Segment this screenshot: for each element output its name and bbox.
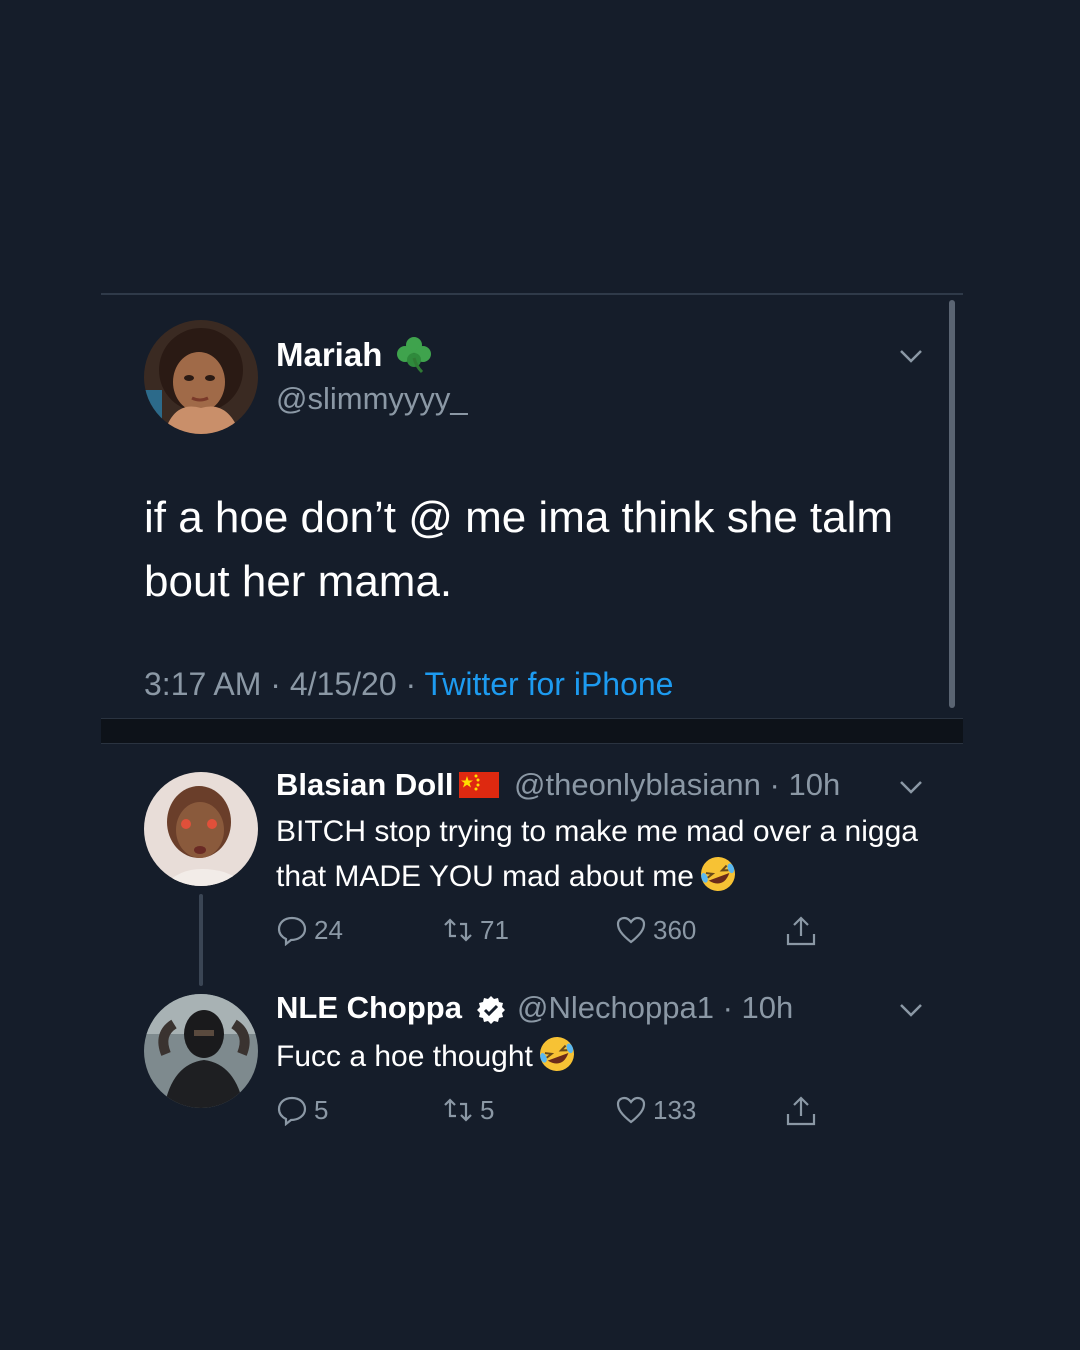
like-count: 133 bbox=[653, 1094, 697, 1125]
like-button[interactable]: 133 bbox=[615, 1094, 696, 1126]
like-icon bbox=[616, 1096, 646, 1124]
top-divider bbox=[101, 293, 963, 295]
tweet-time: 3:17 AM bbox=[144, 666, 262, 702]
meta-dot: · bbox=[270, 666, 281, 702]
tweet-date: 4/15/20 bbox=[289, 666, 397, 702]
reply-age: · 10h bbox=[769, 767, 841, 802]
section-separator bbox=[101, 718, 963, 744]
share-button[interactable] bbox=[784, 1094, 824, 1128]
reply-button[interactable]: 5 bbox=[276, 1094, 328, 1126]
like-icon bbox=[616, 916, 646, 944]
laughing-emoji bbox=[539, 1037, 574, 1071]
reply-author-name[interactable]: Blasian Doll bbox=[276, 767, 453, 803]
reply-icon bbox=[277, 916, 307, 946]
share-button[interactable] bbox=[784, 914, 824, 948]
share-icon bbox=[786, 1096, 816, 1126]
laughing-emoji bbox=[700, 857, 735, 891]
reply-text: BITCH stop trying to make me mad over a … bbox=[276, 810, 936, 899]
like-button[interactable]: 360 bbox=[615, 914, 696, 946]
retweet-button[interactable]: 71 bbox=[442, 914, 509, 946]
verified-badge-icon bbox=[477, 996, 505, 1024]
chevron-down-icon[interactable] bbox=[899, 1003, 923, 1017]
reply-author-handle: @theonlyblasiann · 10h bbox=[514, 767, 840, 803]
share-icon bbox=[786, 916, 816, 946]
reply-count: 24 bbox=[314, 914, 343, 945]
handle-text[interactable]: @theonlyblasiann bbox=[514, 767, 761, 802]
tweet-source-link[interactable]: Twitter for iPhone bbox=[424, 666, 673, 702]
retweet-icon bbox=[444, 1098, 472, 1122]
retweet-icon bbox=[444, 918, 472, 942]
author-name[interactable]: Mariah bbox=[276, 336, 382, 374]
author-handle[interactable]: @slimmyyyy_ bbox=[276, 381, 468, 417]
reply-age: · 10h bbox=[722, 990, 794, 1025]
retweet-count: 71 bbox=[480, 914, 509, 945]
reply-button[interactable]: 24 bbox=[276, 914, 343, 946]
reply-text-body: Fucc a hoe thought bbox=[276, 1040, 533, 1073]
tweet-meta: 3:17 AM · 4/15/20 · Twitter for iPhone bbox=[144, 666, 673, 703]
reply-author-name[interactable]: NLE Choppa bbox=[276, 990, 462, 1026]
like-count: 360 bbox=[653, 914, 697, 945]
chevron-down-icon[interactable] bbox=[899, 349, 923, 363]
chevron-down-icon[interactable] bbox=[899, 780, 923, 794]
reply-icon bbox=[277, 1096, 307, 1126]
clover-icon bbox=[397, 337, 431, 374]
reply-text: Fucc a hoe thought bbox=[276, 1034, 936, 1079]
handle-text[interactable]: @Nlechoppa1 bbox=[517, 990, 714, 1025]
scrollbar[interactable] bbox=[949, 300, 955, 708]
avatar-nle-choppa[interactable] bbox=[144, 994, 258, 1108]
reply-count: 5 bbox=[314, 1094, 329, 1125]
retweet-count: 5 bbox=[480, 1094, 495, 1125]
thread-line bbox=[199, 894, 203, 986]
flag-icon bbox=[459, 772, 499, 798]
reply-author-handle: @Nlechoppa1 · 10h bbox=[517, 990, 793, 1026]
reply-text-body: BITCH stop trying to make me mad over a … bbox=[276, 815, 918, 893]
avatar-blasian-doll[interactable] bbox=[144, 772, 258, 886]
retweet-button[interactable]: 5 bbox=[442, 1094, 494, 1126]
meta-dot: · bbox=[405, 666, 417, 702]
tweet-text: if a hoe don’t @ me ima think she talm b… bbox=[144, 493, 894, 606]
avatar-mariah[interactable] bbox=[144, 320, 258, 434]
